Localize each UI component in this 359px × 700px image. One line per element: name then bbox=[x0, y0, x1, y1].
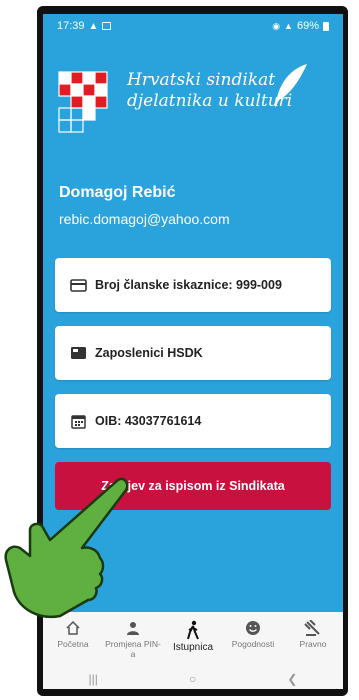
nav-change-pin-label: Promjena PIN-a bbox=[105, 639, 161, 659]
system-navigation: ||| ○ ❮ bbox=[43, 668, 343, 689]
nav-legal[interactable]: Pravno bbox=[284, 620, 342, 649]
membership-card: Broj članske iskaznice: 999-009 bbox=[55, 258, 331, 312]
gavel-icon bbox=[304, 620, 320, 636]
employer-name: Zaposlenici HSDK bbox=[95, 346, 203, 360]
feather-icon bbox=[275, 64, 307, 108]
battery-text: 69% bbox=[296, 20, 319, 32]
user-email: rebic.domagoj@yahoo.com bbox=[59, 211, 230, 227]
nav-legal-label: Pravno bbox=[299, 639, 327, 649]
smile-icon bbox=[246, 621, 260, 635]
recent-apps-icon[interactable]: ||| bbox=[89, 672, 98, 686]
battery-icon bbox=[323, 21, 329, 31]
card-icon bbox=[69, 276, 87, 294]
back-icon[interactable]: ❮ bbox=[287, 672, 297, 686]
nav-withdrawal[interactable]: Istupnica bbox=[164, 620, 222, 653]
brand-line-1: Hrvatski sindikat bbox=[127, 70, 276, 90]
brand-name: Hrvatski sindikat djelatnika u kulturi bbox=[127, 70, 292, 112]
nav-home[interactable]: Početna bbox=[44, 620, 102, 649]
home-button-icon[interactable]: ○ bbox=[189, 672, 196, 686]
membership-number: Broj članske iskaznice: 999-009 bbox=[95, 278, 282, 292]
folder-icon bbox=[69, 344, 87, 362]
nav-benefits[interactable]: Pogodnosti bbox=[224, 620, 282, 649]
nav-change-pin[interactable]: Promjena PIN-a bbox=[104, 620, 162, 659]
nav-benefits-label: Pogodnosti bbox=[231, 639, 275, 649]
oib-number: OIB: 43037761614 bbox=[95, 414, 202, 428]
bottom-navigation: Početna Promjena PIN-a Istupnica Pogodno… bbox=[43, 612, 343, 668]
pointing-hand-icon bbox=[4, 477, 129, 619]
brand-header: Hrvatski sindikat djelatnika u kulturi bbox=[53, 62, 333, 152]
calendar-icon bbox=[69, 412, 87, 430]
signal-icon: ▲ bbox=[284, 21, 293, 31]
nav-withdrawal-label: Istupnica bbox=[172, 642, 214, 653]
home-icon bbox=[66, 620, 80, 635]
employer-card: Zaposlenici HSDK bbox=[55, 326, 331, 380]
wifi-icon: ◉ bbox=[272, 20, 281, 31]
oib-card: OIB: 43037761614 bbox=[55, 394, 331, 448]
logo-icon bbox=[58, 71, 108, 133]
nav-home-label: Početna bbox=[57, 639, 89, 649]
brand-line-2: djelatnika u kulturi bbox=[127, 91, 293, 111]
user-name: Domagoj Rebić bbox=[59, 184, 176, 201]
person-icon bbox=[127, 622, 139, 635]
status-time: 17:39 bbox=[57, 20, 85, 32]
gallery-icon bbox=[102, 22, 112, 30]
status-bar: 17:39 ▲ ◉ ▲ 69% bbox=[43, 14, 343, 38]
notification-icon: ▲ bbox=[88, 20, 99, 32]
walking-icon bbox=[187, 620, 199, 640]
